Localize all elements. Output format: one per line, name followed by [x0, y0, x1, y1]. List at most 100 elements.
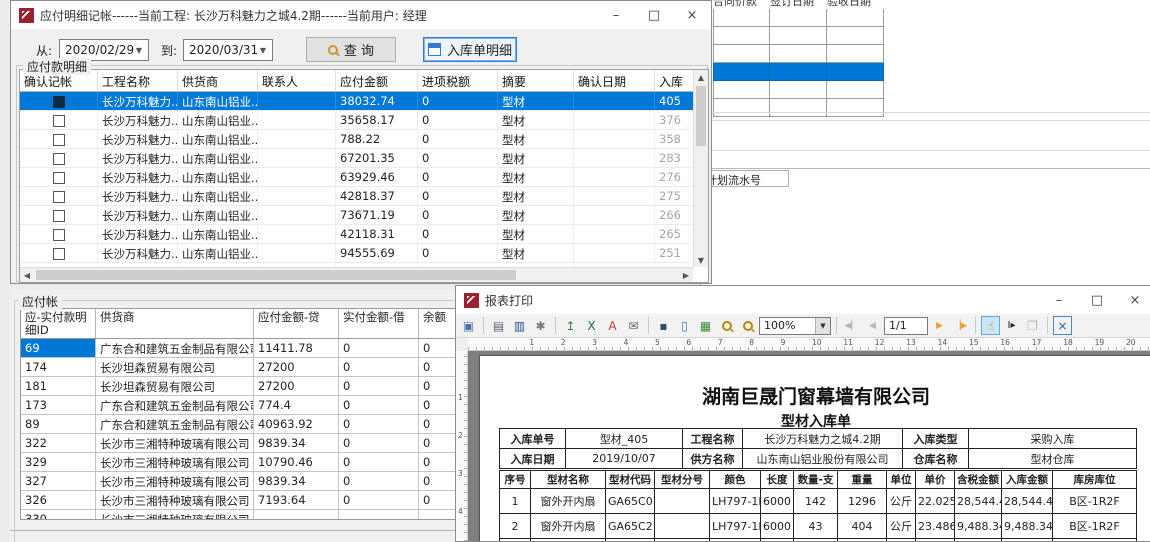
table-cell: 0	[339, 434, 419, 452]
confirm-checkbox[interactable]	[53, 210, 65, 222]
confirm-checkbox[interactable]	[53, 134, 65, 146]
preview-icon[interactable]: ▣	[459, 316, 478, 335]
document-icon[interactable]: ▯	[675, 316, 694, 335]
confirm-checkbox[interactable]	[53, 248, 65, 260]
table-row[interactable]: 长沙万科魅力...山东南山铝业...38032.740型材405	[20, 92, 693, 111]
prev-page-button[interactable]: ◀	[863, 316, 882, 335]
grid-cell	[770, 63, 827, 81]
settings-icon[interactable]: ✱	[531, 316, 550, 335]
table-row[interactable]: 长沙万科魅力...山东南山铝业...35658.170型材376	[20, 111, 693, 130]
table-icon[interactable]: ▦	[696, 316, 715, 335]
grid-cell	[770, 81, 827, 99]
last-page-button[interactable]: ▕▶	[951, 316, 970, 335]
chevron-down-icon[interactable]: ▼	[132, 43, 146, 57]
table-row[interactable]: 长沙万科魅力...山东南山铝业...63929.460型材276	[20, 168, 693, 187]
pdf-icon[interactable]: A	[603, 316, 622, 335]
zoom-out-icon[interactable]	[738, 316, 757, 335]
scrollbar-thumb[interactable]	[36, 270, 516, 280]
column-header[interactable]: 进项税额	[418, 70, 498, 91]
table-row[interactable]: 长沙万科魅力...山东南山铝业...67201.350型材283	[20, 149, 693, 168]
column-header: 合同价款	[713, 0, 770, 9]
print-icon[interactable]: ▤	[489, 316, 508, 335]
print-preview-area[interactable]: 湖南巨晟门窗幕墙有限公司 型材入库单 入库单号型材_405工程名称长沙万科魅力之…	[468, 351, 1150, 541]
maximize-button[interactable]: □	[1078, 286, 1116, 314]
report-info-value: 山东南山铝业股份有限公司	[743, 449, 903, 469]
report-cell: LH797-1LL	[710, 489, 761, 514]
confirm-checkbox[interactable]	[53, 96, 65, 108]
chevron-down-icon[interactable]: ▼	[815, 318, 830, 334]
zoom-in-icon[interactable]	[717, 316, 736, 335]
export-icon[interactable]: ↥	[561, 316, 580, 335]
column-header[interactable]: 实付金额-借	[339, 309, 419, 338]
chevron-down-icon[interactable]: ▼	[256, 43, 270, 57]
table-cell: 181	[21, 377, 96, 395]
minimize-button[interactable]: –	[597, 1, 635, 29]
confirm-checkbox[interactable]	[53, 172, 65, 184]
save-icon[interactable]: ▪	[654, 316, 673, 335]
close-button[interactable]: ×	[673, 1, 711, 29]
grid-cell	[827, 99, 884, 117]
ruler-number: 4	[458, 507, 463, 516]
confirm-checkbox[interactable]	[53, 153, 65, 165]
inbound-detail-button[interactable]: 入库单明细	[423, 37, 517, 62]
next-page-button[interactable]: ▶	[930, 316, 949, 335]
table-cell: 广东合和建筑五金制品有限公司	[96, 396, 254, 414]
report-info-row: 入库单号型材_405工程名称长沙万科魅力之城4.2期入库类型采购入库	[500, 429, 1137, 449]
text-select-tool-button[interactable]: I▸	[1002, 316, 1021, 335]
column-header[interactable]: 确认日期	[574, 70, 655, 91]
scroll-right-icon[interactable]: ▶	[679, 268, 693, 282]
vertical-scrollbar[interactable]: ▲ ▼	[693, 70, 708, 267]
table-cell: 山东南山铝业...	[178, 206, 258, 224]
column-header[interactable]: 供货商	[178, 70, 258, 91]
table-row[interactable]: 长沙万科魅力...山东南山铝业...42118.310型材265	[20, 225, 693, 244]
excel-icon[interactable]: X	[582, 316, 601, 335]
confirm-checkbox[interactable]	[53, 191, 65, 203]
confirm-checkbox[interactable]	[53, 115, 65, 127]
arrow-icon: ◀▏	[845, 321, 859, 331]
page-number-input[interactable]: 1/1	[884, 317, 928, 335]
confirm-checkbox[interactable]	[53, 229, 65, 241]
zoom-level-select[interactable]: 100%▼	[759, 317, 831, 335]
table-row[interactable]: 长沙万科魅力...山东南山铝业...788.220型材358	[20, 130, 693, 149]
column-header[interactable]: 供货商	[96, 309, 254, 338]
column-header[interactable]: 应-实付款明细ID	[21, 309, 96, 338]
table-cell: 69	[21, 339, 96, 357]
column-header[interactable]: 工程名称	[98, 70, 178, 91]
minimize-button[interactable]: –	[1040, 286, 1078, 314]
report-cell: 1	[500, 489, 531, 514]
column-header[interactable]: 摘要	[498, 70, 574, 91]
column-header[interactable]: 应付金额	[336, 70, 418, 91]
scrollbar-thumb[interactable]	[696, 86, 706, 146]
report-column-header: 数量-支	[794, 471, 838, 489]
table-row[interactable]: 长沙万科魅力...山东南山铝业...73671.190型材266	[20, 206, 693, 225]
close-preview-button[interactable]: ×	[1053, 316, 1072, 335]
to-date-select[interactable]: 2020/03/31 ▼	[183, 39, 273, 61]
column-header[interactable]: 应付金额-贷	[254, 309, 339, 338]
book-icon[interactable]: ▥	[510, 316, 529, 335]
search-icon	[328, 45, 338, 55]
query-button[interactable]: 查 询	[306, 37, 396, 62]
table-row[interactable]: 长沙万科魅力...山东南山铝业...42818.370型材275	[20, 187, 693, 206]
scroll-up-icon[interactable]: ▲	[694, 70, 708, 84]
report-cell: 窗外开内扇	[531, 489, 606, 514]
table-row[interactable]: 长沙万科魅力...山东南山铝业...94555.690型材251	[20, 244, 693, 263]
table-cell: 型材	[498, 225, 574, 243]
table-cell: 27200	[254, 358, 339, 376]
checkbox-cell	[20, 206, 98, 224]
maximize-button[interactable]: □	[635, 1, 673, 29]
close-button[interactable]: ×	[1116, 286, 1150, 314]
table-cell	[574, 225, 655, 243]
table-cell: 长沙市三湘特种玻璃有限公司	[96, 491, 254, 509]
report-cell: 6000	[761, 489, 794, 514]
scroll-left-icon[interactable]: ◀	[20, 268, 34, 282]
hand-tool-button[interactable]: ☝	[981, 316, 1000, 335]
horizontal-scrollbar[interactable]: ◀ ▶	[20, 267, 693, 282]
scroll-down-icon[interactable]: ▼	[694, 253, 708, 267]
copy-button[interactable]: ❐	[1023, 316, 1042, 335]
mail-icon[interactable]: ✉	[624, 316, 643, 335]
column-header[interactable]: 入库	[655, 70, 695, 91]
column-header[interactable]: 联系人	[258, 70, 336, 91]
table-cell: 7193.64	[254, 491, 339, 509]
first-page-button[interactable]: ◀▏	[842, 316, 861, 335]
report-cell: 公斤	[887, 489, 916, 514]
